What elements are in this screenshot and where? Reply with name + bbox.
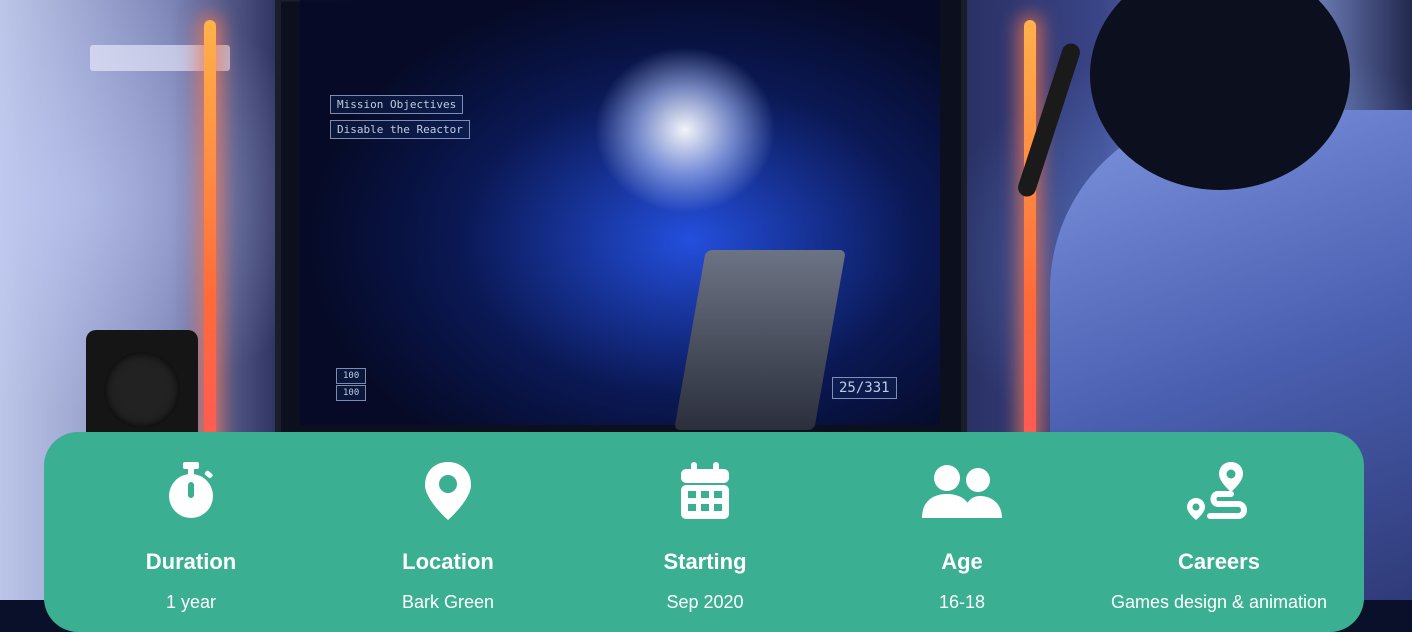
calendar-icon [573, 460, 837, 530]
info-value: 1 year [165, 592, 217, 612]
course-info-panel: Duration 1 year Location Bark Green Star… [44, 432, 1364, 632]
users-icon [830, 460, 1094, 530]
info-item-age: Age 16-18 [830, 432, 1094, 632]
map-pin-icon [316, 460, 580, 530]
info-label: Age [941, 549, 983, 574]
route-icon [1087, 460, 1351, 530]
stopwatch-icon [59, 460, 323, 530]
info-value: Bark Green [401, 592, 495, 612]
hud-objective-text: Disable the Reactor [330, 120, 470, 139]
info-value: Games design & animation [1110, 592, 1328, 612]
info-item-duration: Duration 1 year [59, 432, 323, 632]
info-label: Location [402, 549, 494, 574]
game-screen [300, 0, 940, 425]
hud-health-bottom: 100 [336, 385, 367, 401]
hud-ammo: 25/331 [832, 377, 897, 399]
info-item-careers: Careers Games design & animation [1087, 432, 1351, 632]
info-value: 16-18 [938, 592, 986, 612]
info-item-starting: Starting Sep 2020 [573, 432, 837, 632]
info-item-location: Location Bark Green [316, 432, 580, 632]
hud-objective-title: Mission Objectives [330, 95, 464, 114]
info-label: Careers [1178, 549, 1260, 574]
hud-health-top: 100 [336, 368, 367, 384]
info-value: Sep 2020 [666, 592, 744, 612]
info-label: Starting [663, 549, 747, 574]
info-label: Duration [145, 549, 237, 574]
